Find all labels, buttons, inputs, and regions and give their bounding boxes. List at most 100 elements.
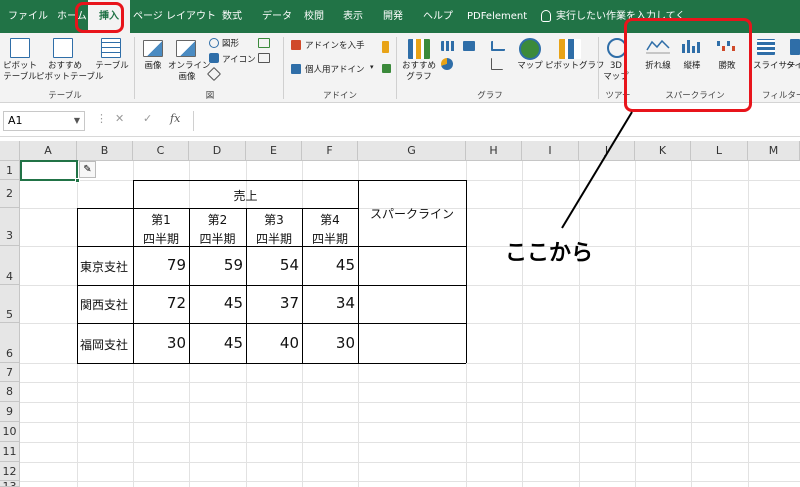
tab-help[interactable]: ヘルプ	[423, 0, 453, 33]
col-header-g[interactable]: G	[358, 141, 466, 161]
sales-value: 54	[279, 256, 299, 274]
pivot-table-button[interactable]: ピボット テーブル	[2, 61, 38, 83]
fx-icon[interactable]: fx	[170, 112, 180, 125]
icons-button[interactable]: アイコン	[222, 53, 256, 65]
tab-pdfelement[interactable]: PDFelement	[467, 0, 527, 33]
active-cell-a1[interactable]	[20, 160, 78, 181]
picture-icon	[143, 40, 163, 57]
row-header-10[interactable]: 10	[0, 422, 20, 442]
store-icon	[291, 40, 301, 50]
branch-label: 福岡支社	[80, 338, 129, 352]
options-dots-icon[interactable]: ⋮	[96, 112, 107, 125]
cancel-icon[interactable]: ✕	[115, 112, 124, 125]
col-header-d[interactable]: D	[189, 141, 246, 161]
row-header-4[interactable]: 4	[0, 246, 20, 285]
charts-group-label: グラフ	[477, 91, 503, 101]
col-header-b[interactable]: B	[77, 141, 133, 161]
chevron-down-icon[interactable]: ▼	[74, 112, 80, 130]
my-addins-button[interactable]: 個人用アドイン	[305, 63, 365, 75]
sales-value: 30	[166, 334, 186, 352]
gridline	[522, 161, 523, 487]
table-button[interactable]: テーブル	[94, 61, 130, 72]
row-header-12[interactable]: 12	[0, 462, 20, 481]
quarter-3-line2: 四半期	[255, 232, 292, 246]
tab-developer[interactable]: 開発	[383, 0, 403, 33]
sales-value: 40	[279, 334, 299, 352]
row-header-1[interactable]: 1	[0, 161, 20, 180]
row-header-8[interactable]: 8	[0, 382, 20, 402]
tab-review[interactable]: 校閲	[304, 0, 324, 33]
tab-page-layout[interactable]: ページ レイアウト	[133, 0, 216, 33]
formula-input[interactable]	[193, 111, 797, 131]
row-header-6[interactable]: 6	[0, 323, 20, 363]
timeline-button[interactable]: タイ	[786, 61, 800, 72]
pie-chart-icon	[441, 58, 453, 70]
recommended-pivot-button[interactable]: おすすめ ピボットテーブル	[36, 61, 104, 83]
quarter-header-1: 第1 四半期	[133, 211, 189, 249]
quarter-3-line1: 第3	[264, 213, 284, 227]
recommended-charts-icon	[408, 39, 430, 59]
online-picture-button[interactable]: オンライン 画像	[168, 61, 211, 83]
col-header-a[interactable]: A	[20, 141, 77, 161]
row-header-7[interactable]: 7	[0, 363, 20, 382]
people-graph-icon	[382, 64, 391, 73]
slicer-icon	[757, 39, 775, 55]
online-picture-icon	[176, 40, 196, 57]
sales-value: 34	[335, 294, 355, 312]
tab-data[interactable]: データ	[262, 0, 292, 33]
highlight-insert-tab	[75, 2, 124, 33]
gridline	[20, 382, 800, 383]
tab-formulas[interactable]: 数式	[222, 0, 242, 33]
row-header-3[interactable]: 3	[0, 208, 20, 246]
select-all-corner[interactable]	[0, 141, 20, 161]
quarter-2-line1: 第2	[207, 213, 228, 227]
gridline	[20, 442, 800, 443]
sales-value: 59	[223, 256, 243, 274]
scatter-chart-icon	[491, 58, 503, 70]
filters-group-label: フィルター	[762, 91, 800, 101]
recommended-charts-button[interactable]: おすすめ グラフ	[400, 61, 438, 83]
name-box-value: A1	[8, 114, 23, 127]
slicer-button[interactable]: スライサー	[753, 61, 796, 72]
group-separator	[598, 37, 599, 99]
col-header-m[interactable]: M	[748, 141, 800, 161]
quarter-2-line2: 四半期	[199, 232, 236, 246]
tab-file[interactable]: ファイル	[8, 0, 48, 33]
sales-value: 37	[279, 294, 299, 312]
highlight-sparklines-group	[624, 18, 752, 112]
gridline	[20, 402, 800, 403]
gridline	[20, 422, 800, 423]
tab-view[interactable]: 表示	[343, 0, 363, 33]
smartart-icon	[258, 38, 270, 48]
timeline-icon	[790, 39, 800, 55]
pivotchart-icon	[559, 39, 581, 59]
col-header-l[interactable]: L	[691, 141, 748, 161]
name-box[interactable]: A1 ▼	[3, 111, 85, 131]
quarter-header-4: 第4 四半期	[302, 211, 358, 249]
row-header-9[interactable]: 9	[0, 402, 20, 422]
paste-options-icon[interactable]: ✎	[79, 161, 96, 178]
shapes-button[interactable]: 図形	[222, 37, 239, 49]
enter-icon[interactable]: ✓	[143, 112, 152, 125]
gridline	[20, 462, 800, 463]
col-header-c[interactable]: C	[133, 141, 189, 161]
row-header-2[interactable]: 2	[0, 180, 20, 208]
sparkline-header: スパークライン	[369, 207, 454, 221]
get-addins-button[interactable]: アドインを入手	[305, 39, 365, 51]
row-header-5[interactable]: 5	[0, 285, 20, 323]
table-icon	[101, 38, 121, 58]
quarter-1-line1: 第1	[151, 213, 171, 227]
sales-value: 72	[166, 294, 186, 312]
quarter-header-2: 第2 四半期	[189, 211, 246, 249]
row-header-11[interactable]: 11	[0, 442, 20, 462]
col-header-f[interactable]: F	[302, 141, 358, 161]
col-header-h[interactable]: H	[466, 141, 522, 161]
col-header-e[interactable]: E	[246, 141, 302, 161]
pivotchart-button[interactable]: ピボットグラフ	[545, 61, 605, 72]
chevron-down-icon[interactable]: ▾	[370, 63, 374, 71]
fill-handle[interactable]	[75, 178, 80, 183]
col-header-k[interactable]: K	[635, 141, 691, 161]
picture-button[interactable]: 画像	[138, 61, 168, 72]
row-header-13[interactable]: 13	[0, 481, 20, 487]
map-chart-button[interactable]: マップ	[513, 61, 547, 72]
